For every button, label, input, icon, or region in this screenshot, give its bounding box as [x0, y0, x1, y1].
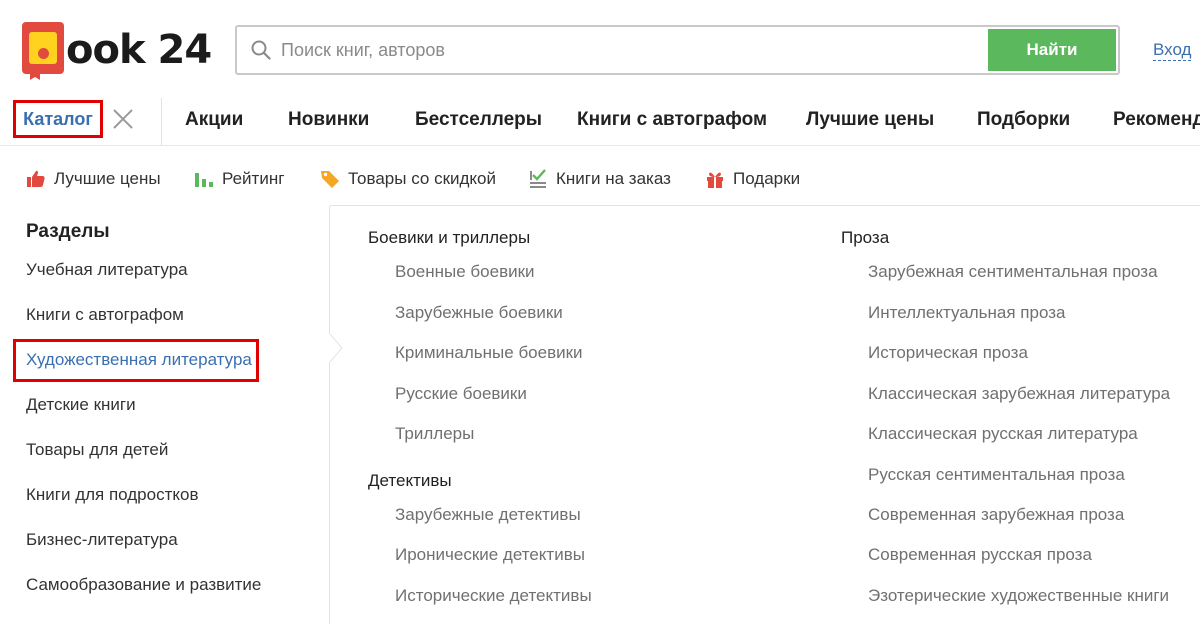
- nav-item-best-prices[interactable]: Лучшие цены: [806, 108, 934, 132]
- subcategory-link[interactable]: Криминальные боевики: [395, 342, 583, 364]
- subcategory-link[interactable]: Современная русская проза: [868, 544, 1092, 566]
- site-logo[interactable]: ook 24: [22, 22, 212, 80]
- subcategory-link[interactable]: Классическая зарубежная литература: [868, 383, 1170, 405]
- subcategory-link[interactable]: Иронические детективы: [395, 544, 585, 566]
- category-heading-action[interactable]: Боевики и триллеры: [368, 227, 530, 249]
- subcategory-link[interactable]: Русские боевики: [395, 383, 527, 405]
- category-heading-prose[interactable]: Проза: [841, 227, 889, 249]
- nav-item-recommendations[interactable]: Рекомендации: [1113, 108, 1200, 132]
- subcategory-link[interactable]: Зарубежные детективы: [395, 504, 581, 526]
- search-input[interactable]: [281, 27, 981, 73]
- subcategory-panel: Боевики и триллеры Военные боевики Заруб…: [331, 206, 1200, 624]
- tag-icon: [321, 171, 339, 188]
- nav-item-collections[interactable]: Подборки: [977, 108, 1070, 132]
- checklist-icon: [530, 169, 546, 188]
- subcategory-link[interactable]: Исторические детективы: [395, 585, 592, 607]
- section-item-kids-goods[interactable]: Товары для детей: [26, 439, 168, 461]
- subcategory-link[interactable]: Военные боевики: [395, 261, 535, 283]
- subcategory-link[interactable]: Зарубежные боевики: [395, 302, 563, 324]
- subcategory-link[interactable]: Современная зарубежная проза: [868, 504, 1124, 526]
- subcategory-link[interactable]: Интеллектуальная проза: [868, 302, 1065, 324]
- section-item-self-education[interactable]: Самообразование и развитие: [26, 574, 261, 596]
- search-button[interactable]: Найти: [988, 29, 1116, 71]
- quick-links-bar: Лучшие цены Рейтинг Товары со скидкой Кн…: [0, 146, 1200, 206]
- site-header: ook 24 Найти Вход: [0, 0, 1200, 98]
- logo-book-icon: [22, 22, 64, 74]
- main-nav: Каталог Акции Новинки Бестселлеры Книги …: [0, 98, 1200, 146]
- catalog-button[interactable]: Каталог: [13, 100, 103, 138]
- section-item-children[interactable]: Детские книги: [26, 394, 136, 416]
- close-icon[interactable]: [112, 108, 134, 130]
- logo-ribbon-icon: [30, 70, 40, 80]
- category-heading-detectives[interactable]: Детективы: [368, 470, 452, 492]
- search-bar: Найти: [235, 25, 1120, 75]
- section-item-business[interactable]: Бизнес-литература: [26, 529, 178, 551]
- nav-divider: [161, 98, 162, 146]
- sections-sidebar: Разделы Учебная литература Книги с автог…: [0, 206, 330, 624]
- nav-item-autographed[interactable]: Книги с автографом: [577, 108, 767, 132]
- subcategory-link[interactable]: Историческая проза: [868, 342, 1028, 364]
- gift-icon: [707, 172, 723, 188]
- nav-item-bestsellers[interactable]: Бестселлеры: [415, 108, 542, 132]
- search-icon: [251, 40, 271, 60]
- sections-title: Разделы: [26, 221, 110, 242]
- active-section-highlight: [13, 339, 259, 382]
- subcategory-link[interactable]: Зарубежная сентиментальная проза: [868, 261, 1158, 283]
- logo-text: ook 24: [66, 27, 212, 73]
- section-item-teens[interactable]: Книги для подростков: [26, 484, 199, 506]
- thumbs-up-icon: [27, 170, 45, 187]
- nav-item-promotions[interactable]: Акции: [185, 108, 243, 132]
- section-item-educational[interactable]: Учебная литература: [26, 259, 188, 281]
- login-link[interactable]: Вход: [1153, 40, 1192, 61]
- subcategory-link[interactable]: Триллеры: [395, 423, 474, 445]
- rating-bars-icon: [195, 173, 213, 187]
- subcategory-link[interactable]: Русская сентиментальная проза: [868, 464, 1125, 486]
- subcategory-link[interactable]: Эзотерические художественные книги: [868, 585, 1169, 607]
- section-item-autographed[interactable]: Книги с автографом: [26, 304, 184, 326]
- nav-item-new[interactable]: Новинки: [288, 108, 369, 132]
- subcategory-link[interactable]: Классическая русская литература: [868, 423, 1138, 445]
